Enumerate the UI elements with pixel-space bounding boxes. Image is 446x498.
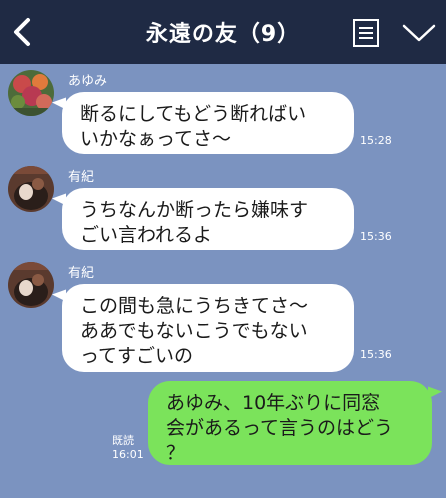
cat-avatar-icon xyxy=(8,166,54,212)
chevron-down-icon xyxy=(402,24,436,42)
read-receipt: 既読 xyxy=(112,434,134,447)
message-line: うちなんか断ったら嫌味す xyxy=(80,199,309,221)
sender-name: 有紀 xyxy=(68,170,95,185)
message-line: 断るにしてもどう断ればい xyxy=(80,103,307,125)
notes-button[interactable] xyxy=(352,18,380,48)
message-time: 15:28 xyxy=(360,134,392,147)
avatar[interactable] xyxy=(8,262,54,308)
message-time: 15:36 xyxy=(360,348,392,361)
message-line: ってすごいの xyxy=(80,345,194,367)
message-line: ？ xyxy=(166,442,186,464)
avatar[interactable] xyxy=(8,70,54,116)
avatar[interactable] xyxy=(8,166,54,212)
sender-name: 有紀 xyxy=(68,266,95,281)
message-line: あゆみ、10年ぶりに同窓 xyxy=(166,392,381,414)
message-line: いかなぁってさ〜 xyxy=(80,128,232,150)
message-line: 会があるって言うのはどう xyxy=(166,417,394,439)
message-bubble[interactable]: この間も急にうちきてさ〜 ああでもないこうでもない ってすごいの xyxy=(62,284,354,372)
flower-avatar-icon xyxy=(8,70,54,116)
message-time: 15:36 xyxy=(360,230,392,243)
expand-button[interactable] xyxy=(401,22,437,44)
notes-icon xyxy=(353,19,379,47)
sender-name: あゆみ xyxy=(68,74,108,89)
message-line: この間も急にうちきてさ〜 xyxy=(80,295,309,317)
message-bubble[interactable]: 断るにしてもどう断ればい いかなぁってさ〜 xyxy=(62,92,354,154)
message-bubble[interactable]: うちなんか断ったら嫌味す ごい言われるよ xyxy=(62,188,354,250)
message-bubble-outgoing[interactable]: あゆみ、10年ぶりに同窓 会があるって言うのはどう ？ xyxy=(148,381,432,465)
cat-avatar-icon xyxy=(8,262,54,308)
message-line: ああでもないこうでもない xyxy=(80,320,308,342)
message-time: 16:01 xyxy=(112,448,144,461)
chat-header: 永遠の友（9） xyxy=(0,0,446,64)
message-line: ごい言われるよ xyxy=(80,224,213,246)
